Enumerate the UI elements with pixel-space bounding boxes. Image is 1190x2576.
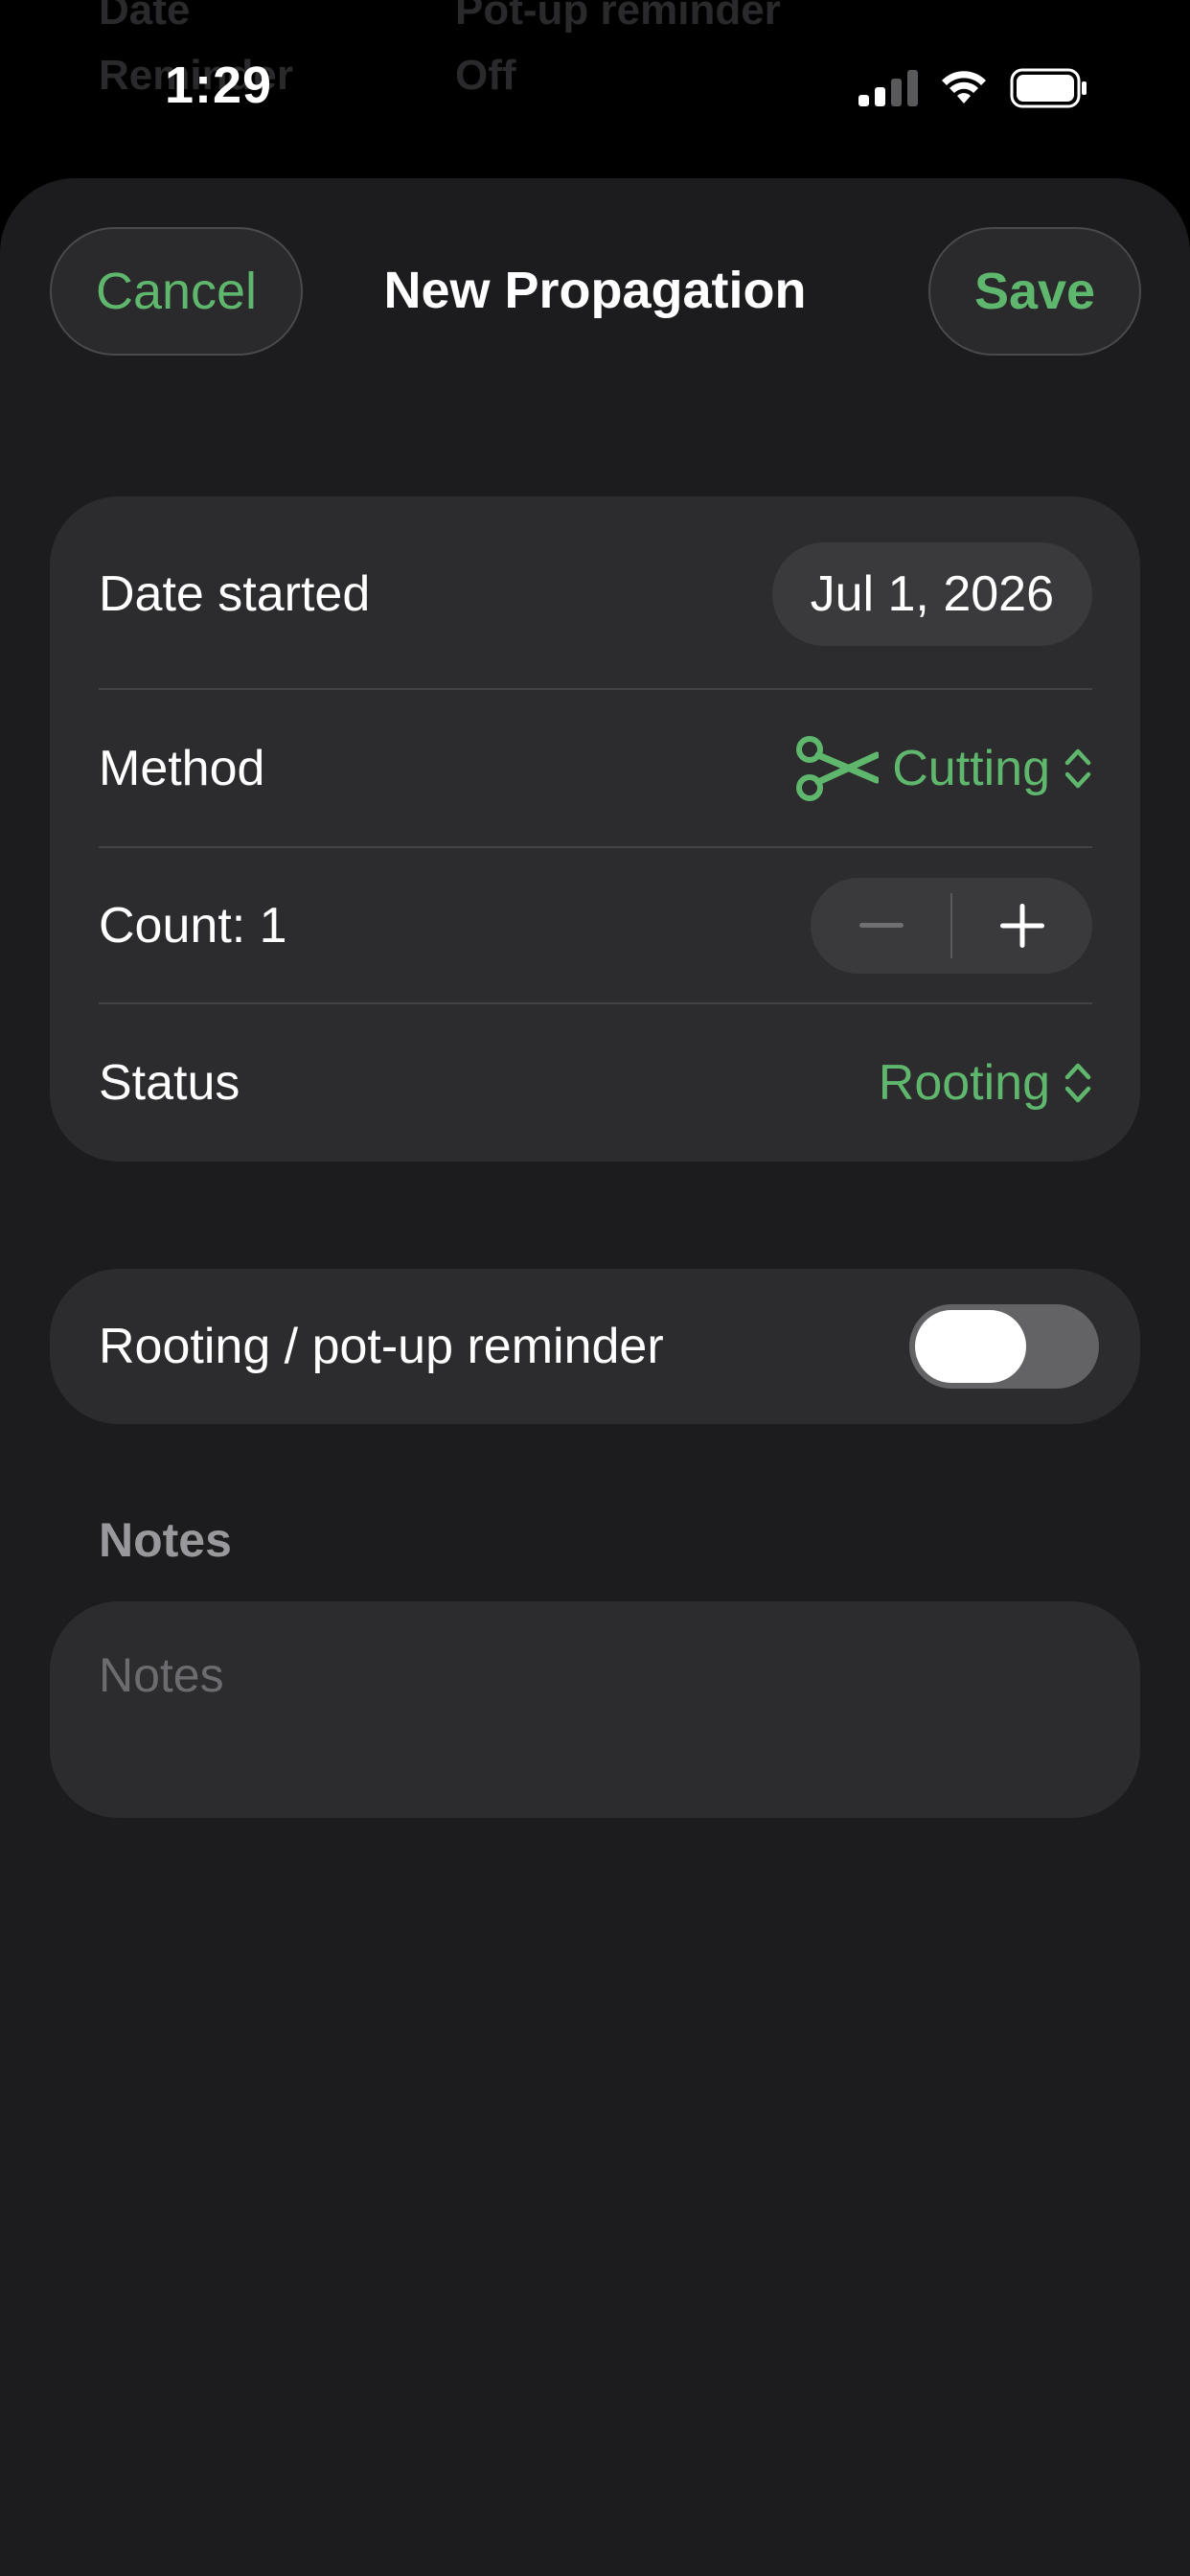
status-bar: Date Pot-up reminder Reminder Off 1:29 — [0, 0, 1190, 177]
cancel-button[interactable]: Cancel — [50, 227, 303, 356]
battery-icon — [1010, 68, 1087, 108]
notes-section-header: Notes — [99, 1513, 232, 1567]
plus-icon — [999, 903, 1044, 948]
page-title: New Propagation — [383, 262, 807, 319]
count-stepper — [811, 877, 1092, 974]
status-value: Rooting — [878, 1055, 1050, 1111]
method-label: Method — [99, 740, 265, 796]
method-value: Cutting — [892, 740, 1050, 796]
background-row-label: Date — [99, 0, 191, 34]
date-picker-button[interactable]: Jul 1, 2026 — [771, 542, 1092, 646]
date-started-label: Date started — [99, 566, 371, 622]
scissors-icon — [796, 735, 880, 801]
stepper-divider — [950, 892, 952, 958]
status-row: Status Rooting — [99, 1004, 1092, 1162]
method-row: Method Cutting — [99, 690, 1092, 846]
notes-card — [50, 1601, 1140, 1818]
background-row-value: Pot-up reminder — [455, 0, 781, 34]
reminder-card: Rooting / pot-up reminder — [50, 1269, 1140, 1424]
notes-input[interactable] — [99, 1647, 1092, 1772]
wifi-icon — [942, 71, 986, 104]
chevron-up-down-icon — [1064, 1063, 1091, 1103]
save-button[interactable]: Save — [928, 227, 1141, 356]
status-time: 1:29 — [165, 57, 273, 114]
minus-icon — [858, 922, 904, 928]
count-label: Count: 1 — [99, 897, 287, 954]
propagation-form-card: Date started Jul 1, 2026 Method Cutting … — [50, 496, 1140, 1162]
status-icons — [858, 65, 1088, 111]
status-picker[interactable]: Rooting — [879, 1054, 1092, 1112]
background-row-value: Off — [455, 52, 516, 99]
reminder-toggle[interactable] — [909, 1304, 1099, 1389]
cellular-signal-icon — [858, 70, 918, 106]
count-row: Count: 1 — [99, 848, 1092, 1002]
decrement-button[interactable] — [811, 878, 951, 974]
status-label: Status — [99, 1055, 240, 1111]
reminder-row: Rooting / pot-up reminder — [99, 1269, 1099, 1424]
method-picker[interactable]: Cutting — [794, 735, 1092, 801]
reminder-label: Rooting / pot-up reminder — [99, 1319, 664, 1374]
increment-button[interactable] — [951, 878, 1092, 974]
date-started-row: Date started Jul 1, 2026 — [99, 542, 1092, 646]
toggle-knob — [915, 1310, 1026, 1383]
chevron-up-down-icon — [1064, 748, 1091, 788]
